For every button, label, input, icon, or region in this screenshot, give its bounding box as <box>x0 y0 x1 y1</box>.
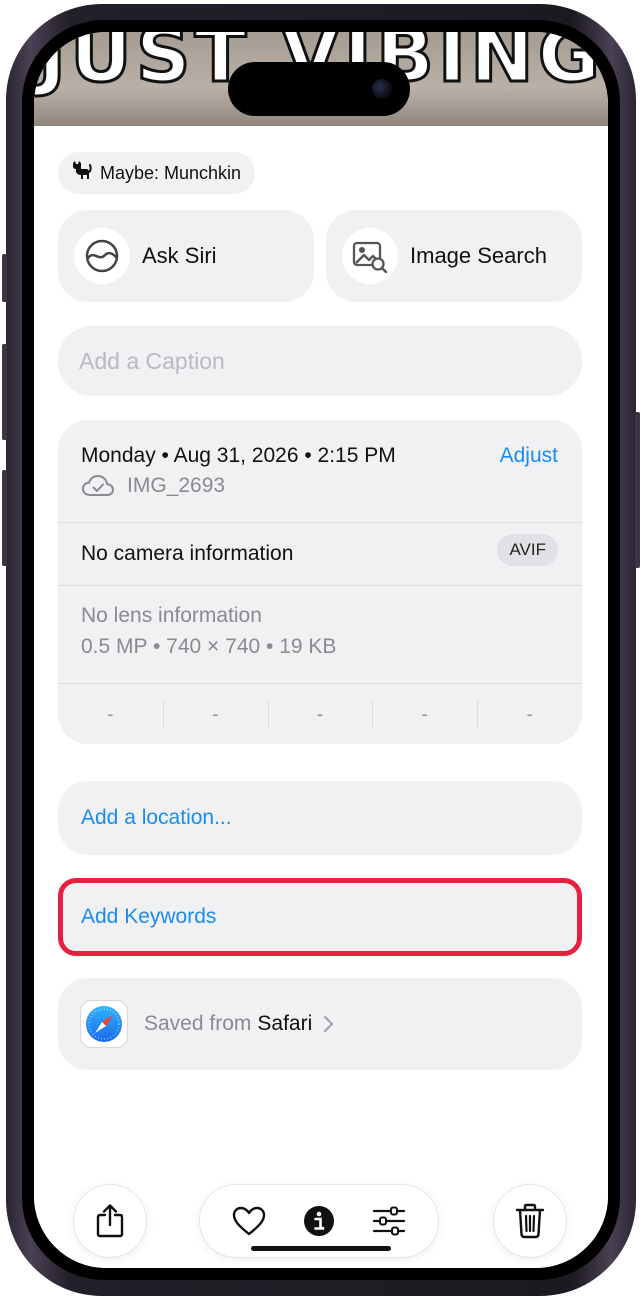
image-specs: 0.5 MP • 740 × 740 • 19 KB <box>81 635 337 658</box>
camera-info: No camera information <box>81 542 294 565</box>
sliders-icon <box>372 1206 406 1236</box>
adjust-date-button[interactable]: Adjust <box>500 444 558 468</box>
ask-siri-label: Ask Siri <box>142 243 217 268</box>
add-location-label: Add a location... <box>81 806 232 829</box>
add-location-button[interactable]: Add a location... <box>58 781 582 855</box>
info-sheet: Maybe: Munchkin Ask Siri Image Search Ad… <box>34 126 608 1268</box>
safari-icon <box>80 1000 128 1048</box>
source-row[interactable]: Saved from Safari <box>58 978 582 1070</box>
home-indicator[interactable] <box>251 1246 391 1251</box>
divider <box>58 522 582 523</box>
adjust-button[interactable] <box>367 1199 411 1243</box>
source-prefix: Saved from <box>144 1012 252 1035</box>
divider <box>58 585 582 586</box>
exif-exposure: - <box>267 684 373 744</box>
add-keywords-button[interactable]: Add Keywords <box>58 880 582 954</box>
heart-icon <box>232 1206 266 1236</box>
source-app-name: Safari <box>257 1012 313 1035</box>
volume-down-button <box>2 470 7 566</box>
ask-siri-button[interactable]: Ask Siri <box>58 210 314 302</box>
format-badge: AVIF <box>497 534 558 566</box>
exif-aperture: - <box>372 684 477 744</box>
image-search-label: Image Search <box>410 243 547 268</box>
phone-frame: JUST VIBING Maybe: Munchkin Ask Siri Ima… <box>2 4 640 1296</box>
favorite-button[interactable] <box>227 1199 271 1243</box>
image-search-icon <box>352 241 388 273</box>
info-button[interactable] <box>297 1199 341 1243</box>
share-icon <box>96 1204 124 1238</box>
image-search-button[interactable]: Image Search <box>326 210 582 302</box>
image-search-icon-container <box>342 228 398 284</box>
caption-input[interactable] <box>58 326 582 396</box>
icloud-check-icon <box>81 474 115 496</box>
siri-icon <box>85 239 119 273</box>
front-camera <box>372 79 392 99</box>
exif-focal-length: - <box>162 684 268 744</box>
date-time: Monday • Aug 31, 2026 • 2:15 PM <box>81 444 396 467</box>
exif-shutter: - <box>477 684 582 744</box>
dynamic-island <box>228 62 410 116</box>
add-keywords-label: Add Keywords <box>81 905 217 928</box>
info-icon <box>304 1206 334 1236</box>
lens-info: No lens information <box>81 604 262 627</box>
source-text: Saved from Safari <box>144 1012 334 1036</box>
visual-lookup-label: Maybe: Munchkin <box>100 162 242 183</box>
cat-icon <box>70 160 92 186</box>
delete-button[interactable] <box>494 1185 566 1257</box>
share-button[interactable] <box>74 1185 146 1257</box>
filename-row: IMG_2693 <box>81 474 225 498</box>
action-button <box>2 254 7 302</box>
screen: JUST VIBING Maybe: Munchkin Ask Siri Ima… <box>34 32 608 1268</box>
filename: IMG_2693 <box>127 474 226 497</box>
chevron-right-icon <box>324 1016 334 1032</box>
exif-iso: - <box>107 703 114 724</box>
side-button <box>635 412 640 568</box>
visual-lookup-chip[interactable]: Maybe: Munchkin <box>58 152 256 194</box>
exif-row: - - - - - <box>58 684 582 744</box>
photo-details-card: Monday • Aug 31, 2026 • 2:15 PM Adjust I… <box>58 420 582 744</box>
bezel: JUST VIBING Maybe: Munchkin Ask Siri Ima… <box>22 20 620 1280</box>
volume-up-button <box>2 344 7 440</box>
trash-icon <box>515 1203 545 1239</box>
siri-icon-container <box>74 228 130 284</box>
